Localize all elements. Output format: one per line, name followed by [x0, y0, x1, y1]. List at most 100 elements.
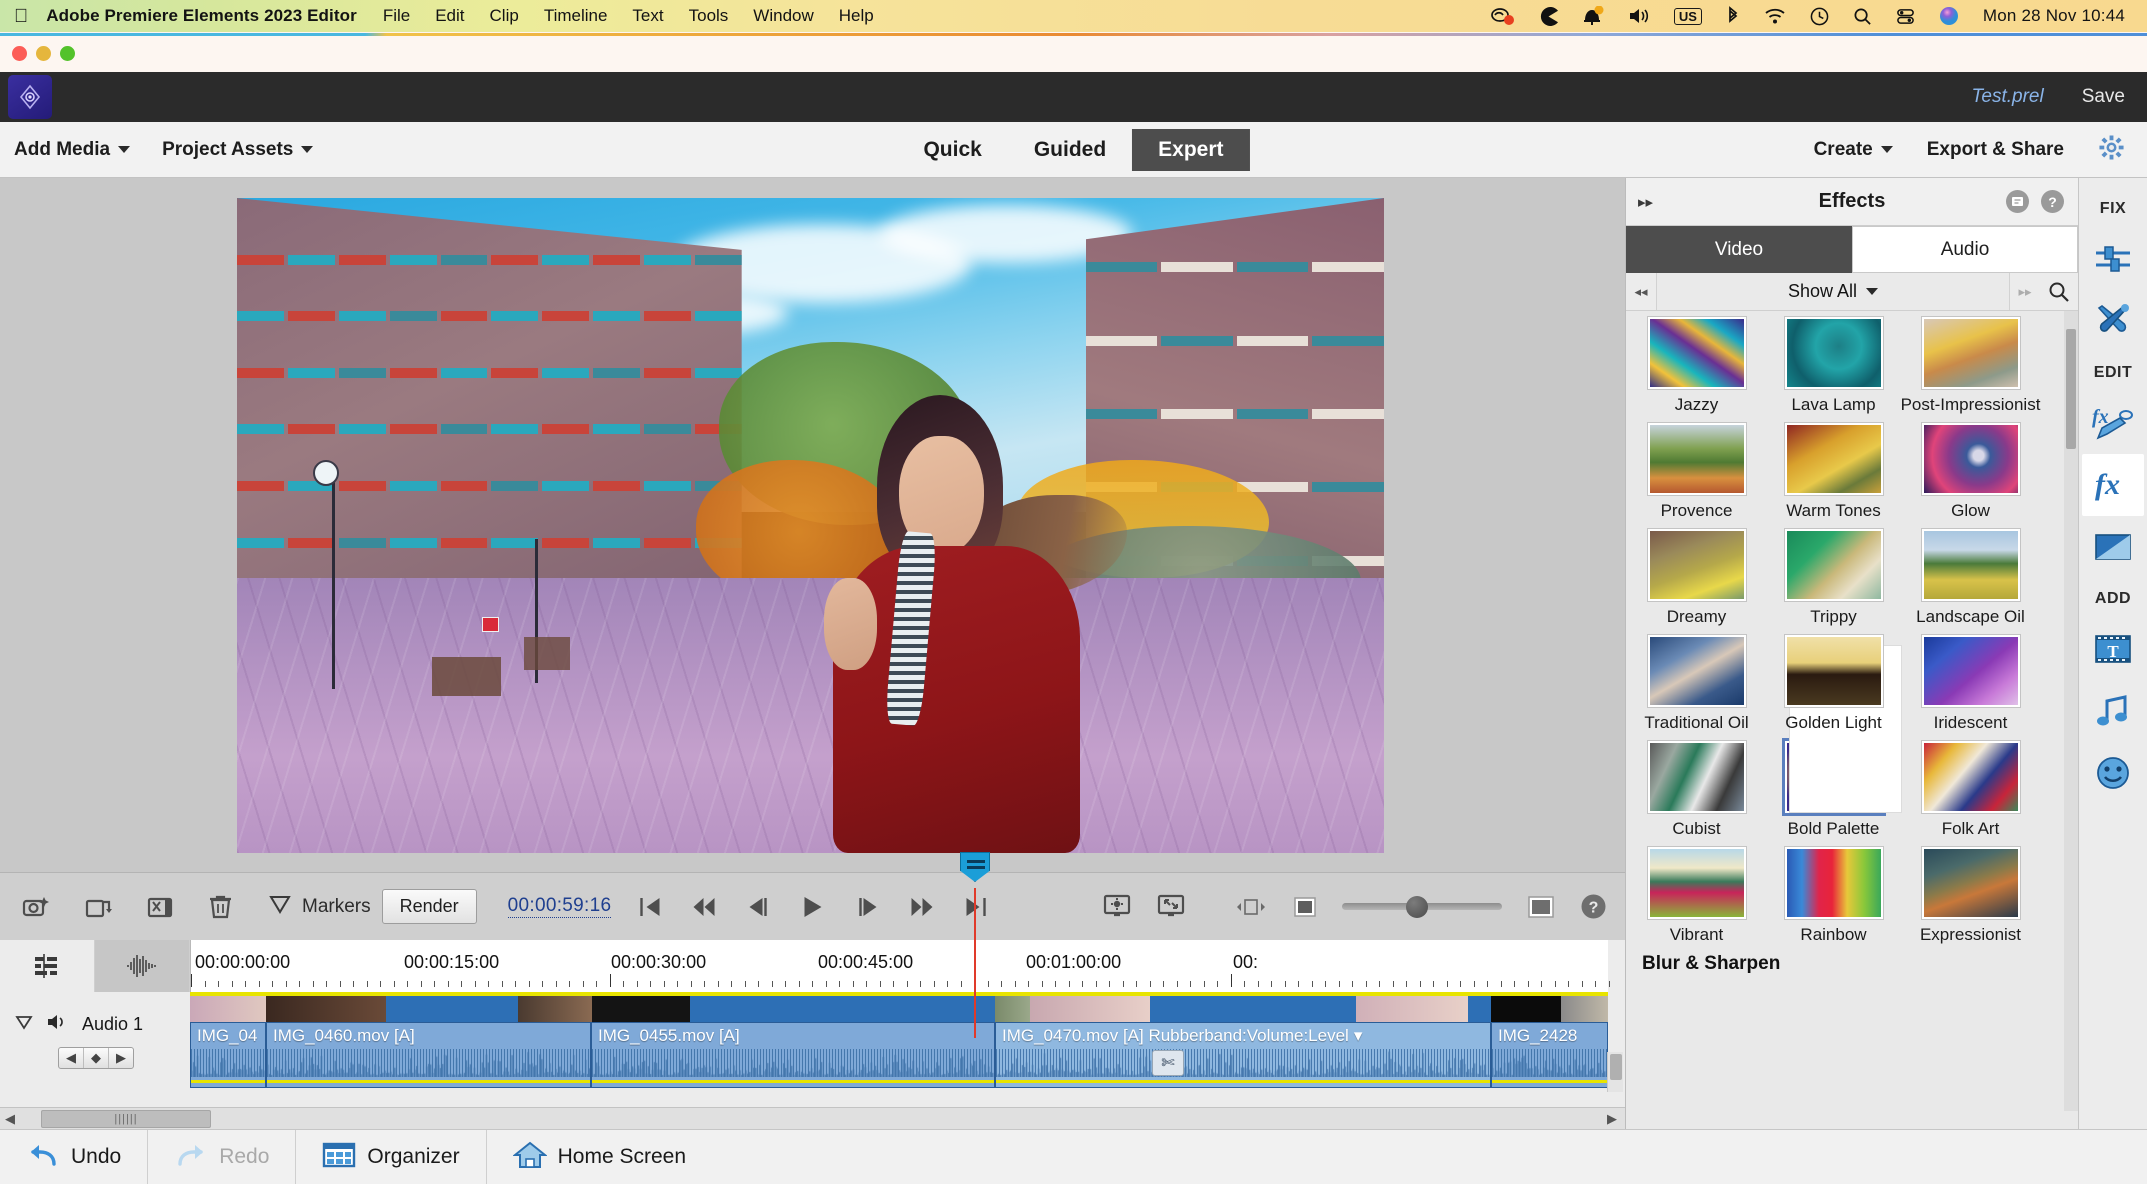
tab-expert[interactable]: Expert: [1132, 128, 1250, 171]
next-keyframe-icon[interactable]: ▶: [109, 1048, 133, 1068]
effect-item-folk-art[interactable]: Folk Art: [1914, 740, 2027, 839]
tab-video-effects[interactable]: Video: [1626, 226, 1852, 273]
prev-keyframe-icon[interactable]: ◀: [59, 1048, 83, 1068]
effect-item-glow[interactable]: Glow: [1914, 422, 2027, 521]
create-menu[interactable]: Create: [1814, 139, 1893, 161]
scrollbar-thumb[interactable]: [2066, 329, 2076, 449]
title-text-icon[interactable]: T: [2082, 618, 2144, 680]
adjustments-sliders-icon[interactable]: [2082, 228, 2144, 290]
filter-next-icon[interactable]: ▸▸: [2010, 284, 2040, 300]
effects-filter-dropdown[interactable]: Show All: [1656, 273, 2010, 310]
effect-item-dreamy[interactable]: Dreamy: [1640, 528, 1753, 627]
duplicate-frame-icon[interactable]: [84, 894, 112, 920]
menu-file[interactable]: File: [383, 6, 410, 26]
gear-icon[interactable]: [2098, 134, 2125, 166]
step-forward-icon[interactable]: [854, 895, 880, 919]
step-back-fast-icon[interactable]: [691, 895, 717, 919]
zoom-large-icon[interactable]: [1526, 894, 1556, 920]
zoom-small-icon[interactable]: [1292, 895, 1318, 919]
siri-icon[interactable]: [1939, 6, 1959, 26]
current-timecode[interactable]: 00:00:59:16: [507, 895, 612, 918]
monitor-settings-icon[interactable]: [1102, 893, 1132, 920]
menu-clip[interactable]: Clip: [490, 6, 519, 26]
apple-logo-icon[interactable]: : [14, 7, 28, 26]
timeline-ruler[interactable]: 00:00:00:00 00:00:15:00 00:00:30:00 00:0…: [190, 940, 1610, 992]
effect-item-cubist[interactable]: Cubist: [1640, 740, 1753, 839]
spotlight-search-icon[interactable]: [1853, 7, 1872, 26]
effect-item-warm-tones[interactable]: Warm Tones: [1777, 422, 1890, 521]
effects-scrollbar[interactable]: [2064, 311, 2078, 1111]
effect-item-landscape-oil[interactable]: Landscape Oil: [1914, 528, 2027, 627]
effect-item-traditional-oil[interactable]: Traditional Oil: [1640, 634, 1753, 733]
project-assets-menu[interactable]: Project Assets: [162, 139, 314, 161]
fast-forward-icon[interactable]: [908, 895, 934, 919]
speaker-icon[interactable]: [46, 1012, 70, 1037]
effect-item-vibrant[interactable]: Vibrant: [1640, 846, 1753, 945]
effect-item-expressionist[interactable]: Expressionist: [1914, 846, 2027, 945]
music-note-icon[interactable]: [2082, 680, 2144, 742]
fx-pencil-transitions-icon[interactable]: fx: [2082, 392, 2144, 454]
add-keyframe-icon[interactable]: ◆: [83, 1048, 109, 1068]
notification-bell-icon[interactable]: [1582, 6, 1604, 26]
play-icon[interactable]: [799, 894, 826, 920]
scrollbar-thumb[interactable]: [1610, 1054, 1622, 1080]
delete-icon[interactable]: [208, 893, 233, 920]
close-button[interactable]: [12, 46, 27, 61]
menu-timeline[interactable]: Timeline: [544, 6, 608, 26]
add-media-menu[interactable]: Add Media: [14, 139, 131, 161]
wifi-icon[interactable]: [1764, 8, 1786, 25]
screen-record-icon[interactable]: [1490, 6, 1515, 26]
panel-menu-icon[interactable]: [2006, 190, 2029, 213]
effect-item-jazzy[interactable]: Jazzy: [1640, 316, 1753, 415]
keyframe-navigator[interactable]: ◀ ◆ ▶: [58, 1047, 134, 1069]
menu-window[interactable]: Window: [753, 6, 813, 26]
tab-audio-effects[interactable]: Audio: [1852, 226, 2078, 273]
fx-effects-icon[interactable]: fx: [2082, 454, 2144, 516]
pacman-icon[interactable]: [1539, 6, 1558, 26]
razor-cut-icon[interactable]: ✄: [1152, 1050, 1184, 1076]
effect-item-provence[interactable]: Provence: [1640, 422, 1753, 521]
keyboard-layout-indicator[interactable]: US: [1673, 7, 1702, 25]
tools-wrench-screwdriver-icon[interactable]: [2082, 290, 2144, 352]
scroll-left-icon[interactable]: ◀: [5, 1111, 15, 1127]
menu-text[interactable]: Text: [632, 6, 663, 26]
home-screen-button[interactable]: Home Screen: [487, 1130, 712, 1184]
table-row[interactable]: IMG_0460.mov [A]: [266, 1022, 591, 1088]
undo-button[interactable]: Undo: [0, 1130, 149, 1184]
effect-item-trippy[interactable]: Trippy: [1777, 528, 1890, 627]
track-name[interactable]: Audio 1: [82, 1014, 143, 1035]
go-to-start-icon[interactable]: [637, 895, 663, 919]
timeline-view-icon[interactable]: [0, 940, 95, 992]
zoom-slider-handle[interactable]: [1406, 895, 1429, 918]
table-row[interactable]: IMG_2428: [1491, 1022, 1608, 1088]
freeze-frame-icon[interactable]: [22, 894, 50, 920]
color-gradient-icon[interactable]: [2082, 516, 2144, 578]
scrollbar-thumb[interactable]: ||||||: [41, 1109, 211, 1128]
scroll-right-icon[interactable]: ▶: [1607, 1111, 1617, 1127]
double-chevron-right-icon[interactable]: ▸▸: [1638, 193, 1653, 211]
help-circle-icon[interactable]: ?: [2041, 190, 2064, 213]
minimize-button[interactable]: [36, 46, 51, 61]
table-row[interactable]: IMG_0455.mov [A]: [591, 1022, 995, 1088]
menubar-clock[interactable]: Mon 28 Nov 10:44: [1983, 6, 2125, 26]
expand-monitor-icon[interactable]: [1156, 893, 1186, 920]
clip-lane[interactable]: IMG_04 IMG_0460.mov [A] IMG_0455.mov [A]…: [190, 996, 1608, 1092]
effect-item-rainbow[interactable]: Rainbow: [1777, 846, 1890, 945]
timeline-vertical-scrollbar[interactable]: [1607, 1052, 1623, 1092]
effects-grid[interactable]: Jazzy Lava Lamp Post-Impressionist Provence…: [1626, 311, 2078, 1111]
effect-item-post-impressionist[interactable]: Post-Impressionist: [1901, 316, 2040, 415]
table-row[interactable]: IMG_04: [190, 1022, 266, 1088]
control-center-icon[interactable]: [1896, 7, 1915, 26]
bluetooth-icon[interactable]: [1726, 6, 1740, 26]
export-share-button[interactable]: Export & Share: [1927, 139, 2064, 161]
redo-button[interactable]: Redo: [148, 1130, 297, 1184]
zoom-slider[interactable]: [1342, 895, 1502, 918]
step-back-icon[interactable]: [745, 895, 771, 919]
zoom-out-thumbnail-icon[interactable]: [1234, 896, 1268, 918]
table-row[interactable]: IMG_0470.mov [A] Rubberband:Volume:Level…: [995, 1022, 1491, 1088]
volume-icon[interactable]: [1628, 7, 1650, 25]
save-button[interactable]: Save: [2082, 86, 2125, 108]
graphics-smiley-icon[interactable]: [2082, 742, 2144, 804]
triangle-collapse-icon[interactable]: [14, 1013, 34, 1036]
menu-tools[interactable]: Tools: [689, 6, 729, 26]
